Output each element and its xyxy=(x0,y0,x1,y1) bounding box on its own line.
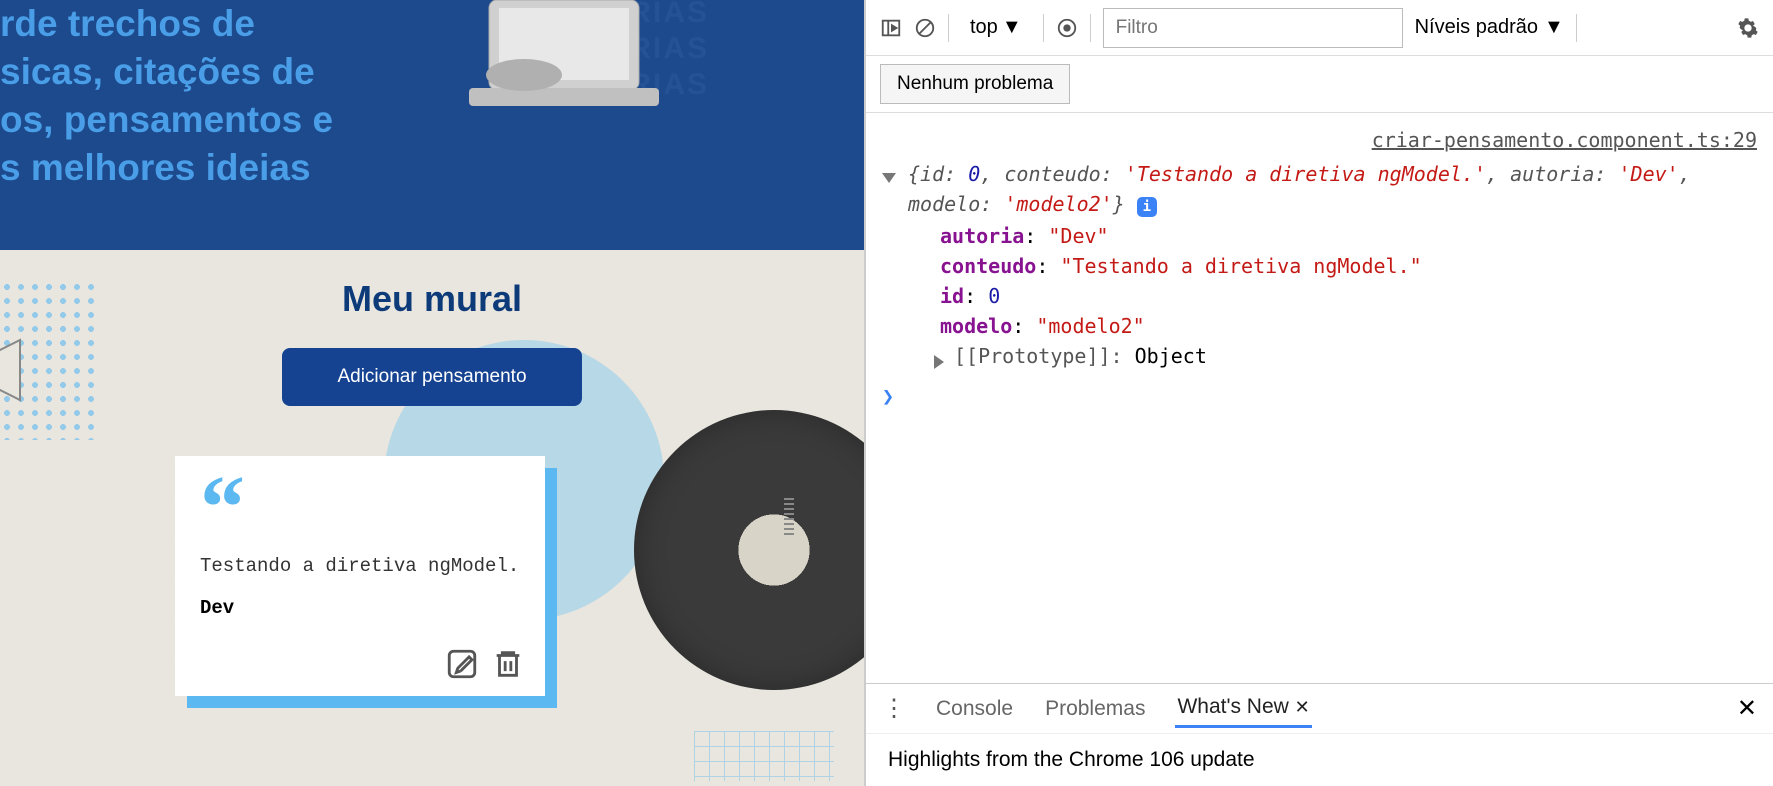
console-output[interactable]: criar-pensamento.component.ts:29 {id: 0,… xyxy=(866,113,1773,683)
issues-bar: Nenhum problema xyxy=(866,56,1773,113)
object-properties: autoria: "Dev" conteudo: "Testando a dir… xyxy=(908,221,1757,371)
hero-banner: MEMÓRIAS MEMÓRIAS MEMÓRIAS rde trechos d… xyxy=(0,0,864,250)
add-thought-button[interactable]: Adicionar pensamento xyxy=(282,348,581,406)
expand-arrow-icon[interactable] xyxy=(882,161,896,191)
edit-icon[interactable] xyxy=(445,647,479,681)
devtools-panel: top ▼ Níveis padrão ▼ Nenhum problema cr… xyxy=(864,0,1773,786)
filter-input[interactable] xyxy=(1103,8,1403,48)
object-summary: {id: 0, conteudo: 'Testando a diretiva n… xyxy=(908,162,1691,216)
drawer-tabs: ⋮ Console Problemas What's New ✕ ✕ xyxy=(866,683,1773,733)
quote-icon: “ xyxy=(200,481,520,535)
record-detail xyxy=(784,498,794,538)
close-icon[interactable]: ✕ xyxy=(1295,697,1310,717)
console-toolbar: top ▼ Níveis padrão ▼ xyxy=(866,0,1773,56)
card-content: Testando a diretiva ngModel. xyxy=(200,555,520,577)
tab-problems[interactable]: Problemas xyxy=(1043,691,1147,727)
tab-console[interactable]: Console xyxy=(934,691,1015,727)
console-log-entry[interactable]: {id: 0, conteudo: 'Testando a diretiva n… xyxy=(882,159,1757,371)
context-selector[interactable]: top ▼ xyxy=(961,11,1031,44)
clear-console-icon[interactable] xyxy=(914,17,936,39)
toggle-sidebar-icon[interactable] xyxy=(880,17,902,39)
log-source-link[interactable]: criar-pensamento.component.ts:29 xyxy=(882,125,1757,155)
live-expression-icon[interactable] xyxy=(1056,17,1078,39)
card-author: Dev xyxy=(200,597,520,619)
megaphone-icon xyxy=(0,310,90,430)
app-preview: MEMÓRIAS MEMÓRIAS MEMÓRIAS rde trechos d… xyxy=(0,0,864,786)
expand-arrow-icon[interactable] xyxy=(934,347,944,377)
laptop-icon xyxy=(444,0,684,110)
chevron-down-icon: ▼ xyxy=(1002,16,1022,39)
tab-whatsnew[interactable]: What's New ✕ xyxy=(1175,689,1311,728)
log-levels-selector[interactable]: Níveis padrão ▼ xyxy=(1415,16,1564,39)
kebab-menu-icon[interactable]: ⋮ xyxy=(882,694,906,723)
console-prompt[interactable]: ❯ xyxy=(882,381,1757,411)
mural-title: Meu mural xyxy=(0,278,864,320)
chevron-down-icon: ▼ xyxy=(1544,16,1564,39)
hero-text: rde trechos de sicas, citações de os, pe… xyxy=(0,0,864,192)
issues-button[interactable]: Nenhum problema xyxy=(880,64,1070,104)
grid-decoration xyxy=(694,731,834,781)
info-badge-icon[interactable]: i xyxy=(1137,197,1157,217)
thought-card: “ Testando a diretiva ngModel. Dev xyxy=(175,456,545,696)
gear-icon[interactable] xyxy=(1737,17,1759,39)
mural-area: Meu mural Adicionar pensamento “ Testand… xyxy=(0,250,864,786)
delete-icon[interactable] xyxy=(491,647,525,681)
close-drawer-icon[interactable]: ✕ xyxy=(1737,694,1757,723)
phone-icon xyxy=(484,55,564,95)
drawer-content: Highlights from the Chrome 106 update xyxy=(866,733,1773,786)
